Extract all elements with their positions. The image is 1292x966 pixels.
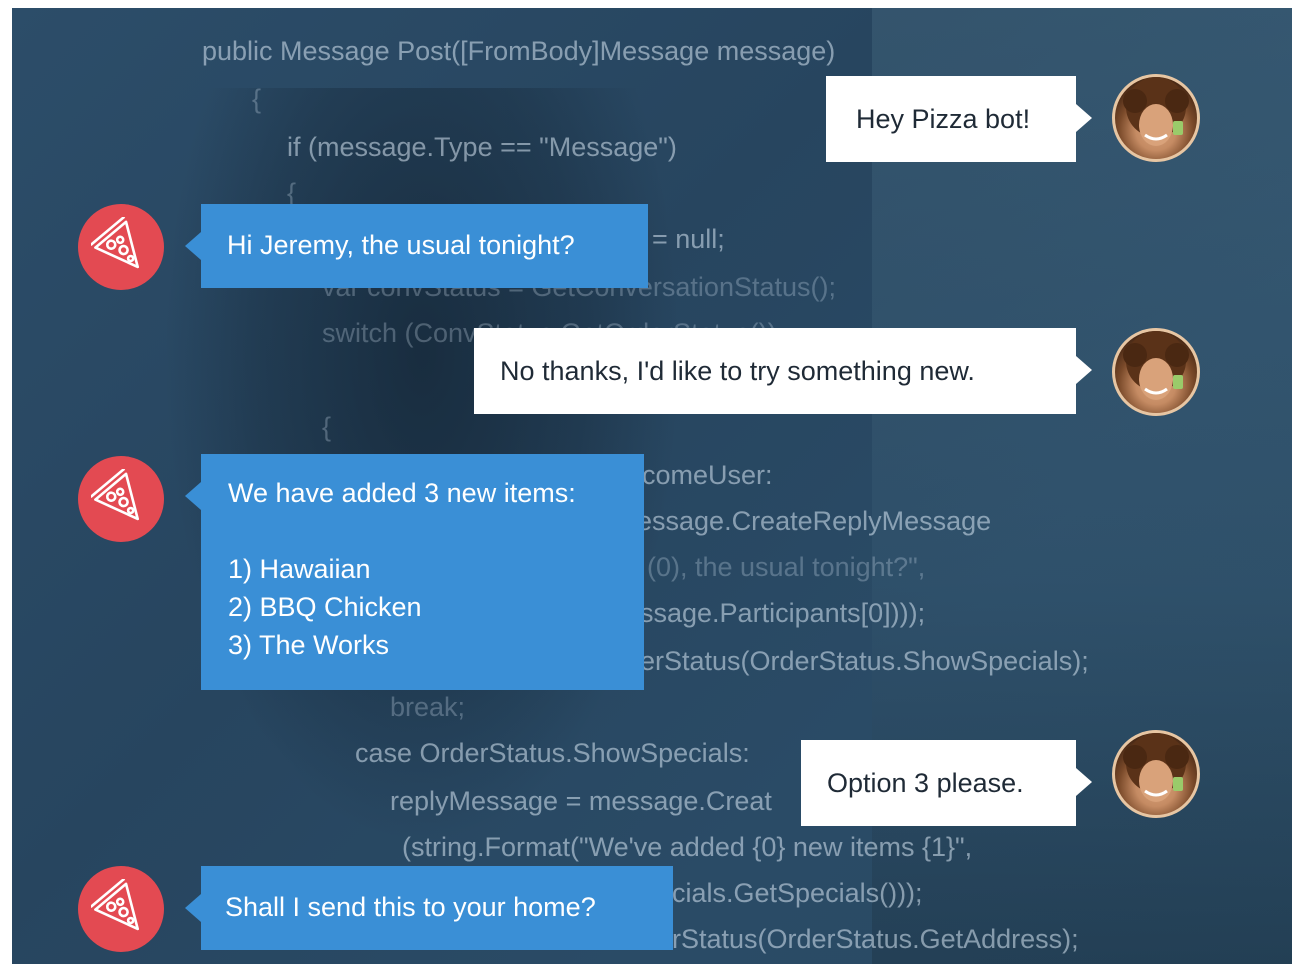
message-text: Option 3 please. — [827, 768, 1024, 798]
message-text: No thanks, I'd like to try something new… — [500, 356, 975, 386]
code-line: break; — [390, 692, 466, 722]
menu-item: 1) Hawaiian — [228, 554, 371, 584]
user-photo-icon — [1123, 733, 1189, 802]
code-line: rStatus(OrderStatus.GetAddress); — [672, 924, 1079, 954]
code-line: { — [252, 84, 262, 114]
user-avatar — [1112, 730, 1200, 818]
code-line: essage.CreateReplyMessage — [637, 506, 992, 536]
code-line: public Message Post([FromBody]Message me… — [202, 36, 836, 66]
chat-bubble-user: No thanks, I'd like to try something new… — [474, 328, 1092, 414]
user-avatar — [1112, 74, 1200, 162]
bot-avatar — [78, 866, 164, 952]
code-line: ssage.Participants[0]))); — [640, 598, 926, 628]
message-text: Hey Pizza bot! — [856, 104, 1031, 134]
code-line: comeUser: — [642, 460, 773, 490]
user-avatar — [1112, 328, 1200, 416]
chat-bubble-user: Hey Pizza bot! — [826, 76, 1092, 162]
user-photo-icon — [1123, 77, 1189, 146]
chat-bubble-bot: We have added 3 new items: 1) Hawaiian 2… — [185, 454, 644, 690]
code-line: (0), the usual tonight?", — [647, 552, 926, 582]
code-line: cials.GetSpecials())); — [672, 878, 923, 908]
message-text: Hi Jeremy, the usual tonight? — [227, 230, 575, 260]
menu-item: 3) The Works — [228, 630, 390, 660]
pizza-slice-icon — [91, 879, 140, 931]
pizza-slice-icon — [91, 469, 140, 521]
chat-bubble-bot: Shall I send this to your home? — [185, 866, 673, 950]
menu-item: 2) BBQ Chicken — [228, 592, 422, 622]
pizza-slice-icon — [91, 217, 140, 269]
bot-avatar — [78, 456, 164, 542]
bot-avatar — [78, 204, 164, 290]
code-line: if (message.Type == "Message") — [287, 132, 677, 162]
code-line: case OrderStatus.ShowSpecials: — [355, 738, 750, 768]
user-photo-icon — [1123, 331, 1189, 400]
message-text: Shall I send this to your home? — [225, 892, 596, 922]
chat-bubble-user: Option 3 please. — [801, 740, 1092, 826]
code-line: = null; — [652, 224, 725, 254]
chat-screen: public Message Post([FromBody]Message me… — [12, 8, 1292, 964]
code-line: erStatus(OrderStatus.ShowSpecials); — [640, 646, 1089, 676]
message-text: We have added 3 new items: — [228, 478, 576, 508]
code-line: replyMessage = message.Creat — [390, 786, 772, 816]
code-line: (string.Format("We've added {0} new item… — [402, 832, 973, 862]
chat-bubble-bot: Hi Jeremy, the usual tonight? — [185, 204, 648, 288]
code-line: { — [322, 412, 332, 442]
